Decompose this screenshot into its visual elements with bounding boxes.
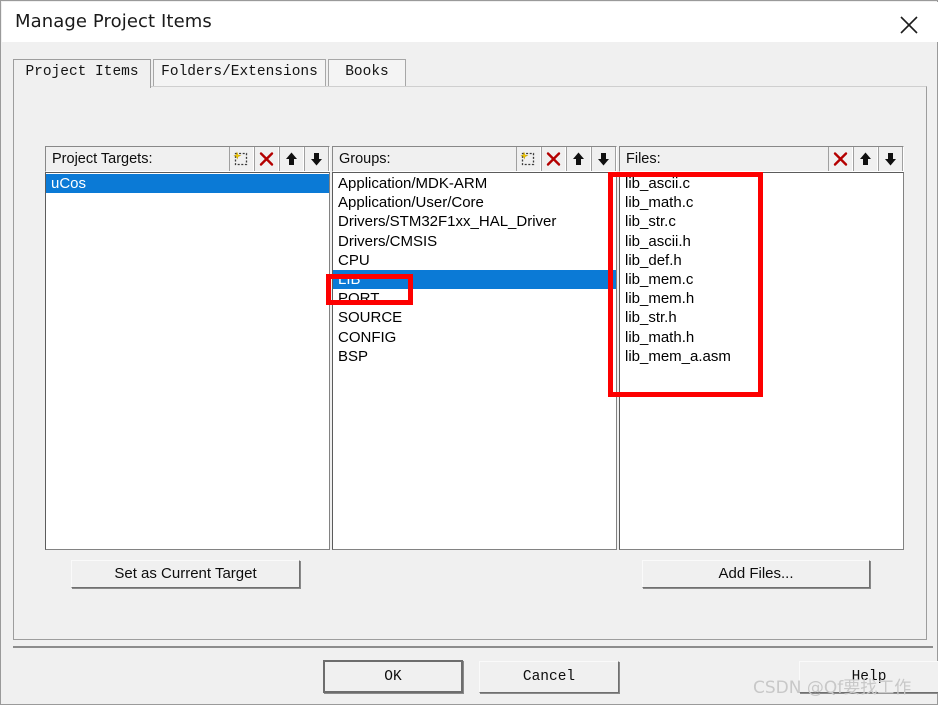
list-item[interactable]: LIB [333, 269, 616, 290]
project-targets-label: Project Targets: [52, 151, 153, 167]
add-files-button[interactable]: Add Files... [642, 560, 870, 588]
files-listbox[interactable]: lib_ascii.c lib_math.c lib_str.c lib_asc… [619, 172, 904, 550]
tab-strip: Project Items Folders/Extensions Books [13, 59, 927, 88]
help-button[interactable]: Help [799, 661, 938, 693]
list-item[interactable]: BSP [333, 347, 616, 366]
groups-label: Groups: [339, 151, 391, 167]
list-item[interactable]: CPU [333, 251, 616, 270]
list-item[interactable]: CONFIG [333, 328, 616, 347]
list-item[interactable]: lib_mem.h [620, 289, 903, 308]
move-down-icon[interactable] [591, 147, 616, 171]
files-label: Files: [626, 151, 661, 167]
delete-icon[interactable] [828, 147, 853, 171]
move-down-icon[interactable] [878, 147, 903, 171]
list-item[interactable]: SOURCE [333, 308, 616, 327]
project-targets-header: Project Targets: [45, 146, 330, 172]
list-item[interactable]: lib_mem.c [620, 270, 903, 289]
list-item[interactable]: uCos [46, 174, 329, 194]
project-targets-listbox[interactable]: uCos [45, 172, 330, 550]
list-item[interactable]: Application/MDK-ARM [333, 174, 616, 193]
groups-listbox[interactable]: Application/MDK-ARM Application/User/Cor… [332, 172, 617, 550]
move-up-icon[interactable] [279, 147, 304, 171]
list-item[interactable]: PORT [333, 289, 616, 308]
move-up-icon[interactable] [853, 147, 878, 171]
list-item[interactable]: lib_str.c [620, 212, 903, 231]
manage-project-items-dialog: Manage Project Items Project Items Folde… [0, 0, 938, 705]
list-item[interactable]: lib_ascii.h [620, 232, 903, 251]
list-item[interactable]: Application/User/Core [333, 193, 616, 212]
list-item[interactable]: Drivers/STM32F1xx_HAL_Driver [333, 212, 616, 231]
list-item[interactable]: Drivers/CMSIS [333, 232, 616, 251]
tab-project-items[interactable]: Project Items [13, 59, 151, 88]
tab-books[interactable]: Books [328, 59, 406, 86]
files-header: Files: [619, 146, 904, 172]
ok-button[interactable]: OK [323, 660, 463, 693]
cancel-button[interactable]: Cancel [479, 661, 619, 693]
page-title: Manage Project Items [15, 11, 212, 32]
tab-folders-extensions[interactable]: Folders/Extensions [153, 59, 326, 86]
new-item-icon[interactable] [229, 147, 254, 171]
groups-header: Groups: [332, 146, 617, 172]
list-item[interactable]: lib_math.h [620, 328, 903, 347]
list-item[interactable]: lib_str.h [620, 308, 903, 327]
list-item[interactable]: lib_math.c [620, 193, 903, 212]
tab-page-project-items: Project Targets: uCos Set as Current Tar… [13, 86, 927, 640]
move-down-icon[interactable] [304, 147, 329, 171]
close-icon[interactable] [887, 4, 931, 40]
list-item[interactable]: lib_mem_a.asm [620, 347, 903, 366]
footer-separator [13, 646, 933, 648]
new-item-icon[interactable] [516, 147, 541, 171]
set-as-current-target-button[interactable]: Set as Current Target [71, 560, 300, 588]
title-bar: Manage Project Items [2, 2, 938, 42]
move-up-icon[interactable] [566, 147, 591, 171]
list-item[interactable]: lib_ascii.c [620, 174, 903, 193]
delete-icon[interactable] [254, 147, 279, 171]
list-item[interactable]: lib_def.h [620, 251, 903, 270]
delete-icon[interactable] [541, 147, 566, 171]
